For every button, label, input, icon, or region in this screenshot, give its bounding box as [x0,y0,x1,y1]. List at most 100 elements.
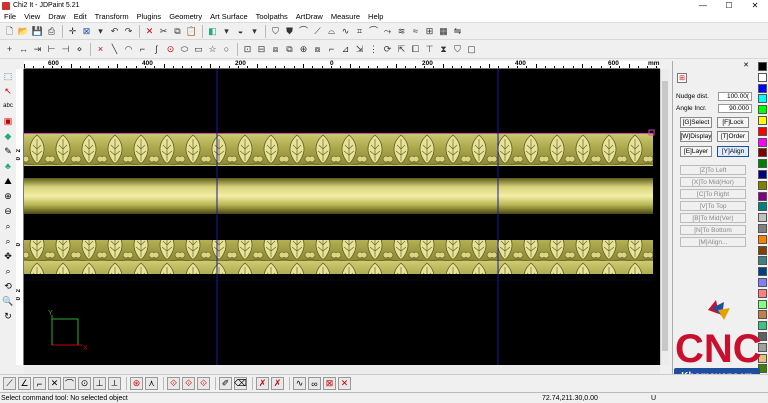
render-icon[interactable]: ◒ [234,25,247,38]
color-swatch[interactable] [758,245,767,255]
knife-icon[interactable]: ⟋ [311,25,324,38]
dimension-icon[interactable]: ↔ [17,43,30,56]
snap-tangent-icon[interactable]: ⌒ [63,377,76,390]
menu-geometry[interactable]: Geometry [165,12,206,21]
rectangle-icon[interactable]: ▭ [192,43,205,56]
align-bottom-button[interactable]: [N]To Bottom [680,225,746,235]
align-button[interactable]: [Y]Align [717,146,749,157]
menu-art-surface[interactable]: Art Surface [206,12,252,21]
curve-tool-icon[interactable]: ⌒ [297,25,310,38]
redo-icon[interactable]: ↷ [122,25,135,38]
close-red-icon[interactable]: ⊠ [323,377,336,390]
circle-dot-icon[interactable]: ⊙ [164,43,177,56]
align-top-button[interactable]: [V]To Top [680,201,746,211]
text-abc-icon[interactable]: abc [1,99,15,113]
trim-red-icon[interactable]: ✕ [338,377,351,390]
align-mid-ver-button[interactable]: [B]To Mid(Ver) [680,213,746,223]
fill-icon[interactable]: ▦ [437,25,450,38]
arc-tool-icon[interactable]: ⌒ [367,25,380,38]
snap-center-icon[interactable]: ⊙ [78,377,91,390]
zoom-fit-icon[interactable]: ⌕ [1,219,15,233]
align-mid-hor-button[interactable]: [X]To Mid(Hor) [680,177,746,187]
panel-close-icon[interactable]: ✕ [743,61,749,71]
fillet-icon[interactable]: ⌐ [325,43,338,56]
layers-icon[interactable]: ≋ [395,25,408,38]
group-icon[interactable]: ⊡ [241,43,254,56]
line-icon[interactable]: ╲ [108,43,121,56]
scale-icon[interactable]: ⇱ [395,43,408,56]
snap-nodes3-icon[interactable]: ⟐ [197,377,210,390]
sweep-icon[interactable]: ⤳ [381,25,394,38]
curve-icon[interactable]: ∫ [150,43,163,56]
color-swatch[interactable] [758,191,767,201]
close-button[interactable]: ✕ [742,0,768,11]
menu-toolpaths[interactable]: Toolpaths [252,12,292,21]
select-button[interactable]: [G]Select [680,117,712,128]
save-icon[interactable]: 💾 [31,25,44,38]
menu-draw[interactable]: Draw [44,12,70,21]
paste-icon[interactable]: 📋 [185,25,198,38]
chamfer-icon[interactable]: ⊿ [339,43,352,56]
select-box-icon[interactable]: ⊠ [80,25,93,38]
zoom-window-icon[interactable]: ▣ [1,114,15,128]
color-swatch[interactable] [758,94,767,104]
copy-icon[interactable]: ⧉ [171,25,184,38]
shield-icon[interactable]: ⛉ [269,25,282,38]
snap-intersect-icon[interactable]: ✕ [48,377,61,390]
relief-tool-icon[interactable]: ⛰ [1,174,15,188]
color-swatch[interactable] [758,234,767,244]
menu-view[interactable]: View [20,12,44,21]
paint-icon[interactable]: ✐ [219,377,232,390]
display-button[interactable]: [W]Display [680,131,712,142]
erase-icon[interactable]: ⌫ [234,377,247,390]
plus-icon[interactable]: + [3,43,16,56]
panel-tab-icon[interactable]: ⊞ [677,73,687,83]
zoom-prev-icon[interactable]: ⌕ [1,264,15,278]
minimize-button[interactable]: — [690,0,716,11]
nudge-input[interactable]: 100.00( [718,91,752,101]
smooth-icon[interactable]: ≈ [409,25,422,38]
delete-icon[interactable]: ✕ [143,25,156,38]
node-icon[interactable]: ⋄ [73,43,86,56]
align-right-button[interactable]: [C]To Right [680,189,746,199]
vertical-scrollbar[interactable] [660,69,669,365]
pen-icon[interactable]: ✎ [1,144,15,158]
undo-icon[interactable]: ↶ [108,25,121,38]
combine-icon[interactable]: ⧈ [269,43,282,56]
arc-icon[interactable]: ◠ [122,43,135,56]
brush-icon[interactable]: ♣ [1,159,15,173]
new-file-icon[interactable]: 🗋 [3,25,16,38]
polyline-icon[interactable]: ⌐ [136,43,149,56]
trim-icon[interactable]: ⊣ [59,43,72,56]
print-icon[interactable]: ⎙ [45,25,58,38]
cut-x2-icon[interactable]: ✗ [271,377,284,390]
rotate-icon[interactable]: ⟳ [381,43,394,56]
menu-help[interactable]: Help [364,12,387,21]
maximize-button[interactable]: ☐ [716,0,742,11]
color-swatch[interactable] [758,72,767,82]
select-arrow-icon[interactable]: ⬚ [1,69,15,83]
menu-edit[interactable]: Edit [70,12,91,21]
crosshair-icon[interactable]: ✛ [66,25,79,38]
align-dialog-button[interactable]: [M]Align... [680,237,746,247]
angle-input[interactable]: 90.000 [718,103,752,113]
snap-nodes2-icon[interactable]: ⟐ [182,377,195,390]
wave-filter-icon[interactable]: ∿ [293,377,306,390]
view-dropdown-icon[interactable]: ▾ [220,25,233,38]
color-swatch[interactable] [758,224,767,233]
color-swatch[interactable] [758,137,767,147]
shield-filled-icon[interactable]: ⛊ [283,25,296,38]
open-file-icon[interactable]: 📂 [17,25,30,38]
magnify-icon[interactable]: 🔍 [1,294,15,308]
color-swatch[interactable] [758,148,767,158]
menu-transform[interactable]: Transform [91,12,133,21]
menu-file[interactable]: File [0,12,20,21]
color-swatch[interactable] [758,170,767,179]
break-icon[interactable]: ⧉ [283,43,296,56]
zoom-in-icon[interactable]: ⊕ [1,189,15,203]
scroll-thumb[interactable] [662,81,668,351]
wave-icon[interactable]: ∿ [339,25,352,38]
zoom-all-icon[interactable]: ⌕ [1,234,15,248]
refresh-icon[interactable]: ↻ [1,309,15,323]
text-icon[interactable]: ⊤ [423,43,436,56]
